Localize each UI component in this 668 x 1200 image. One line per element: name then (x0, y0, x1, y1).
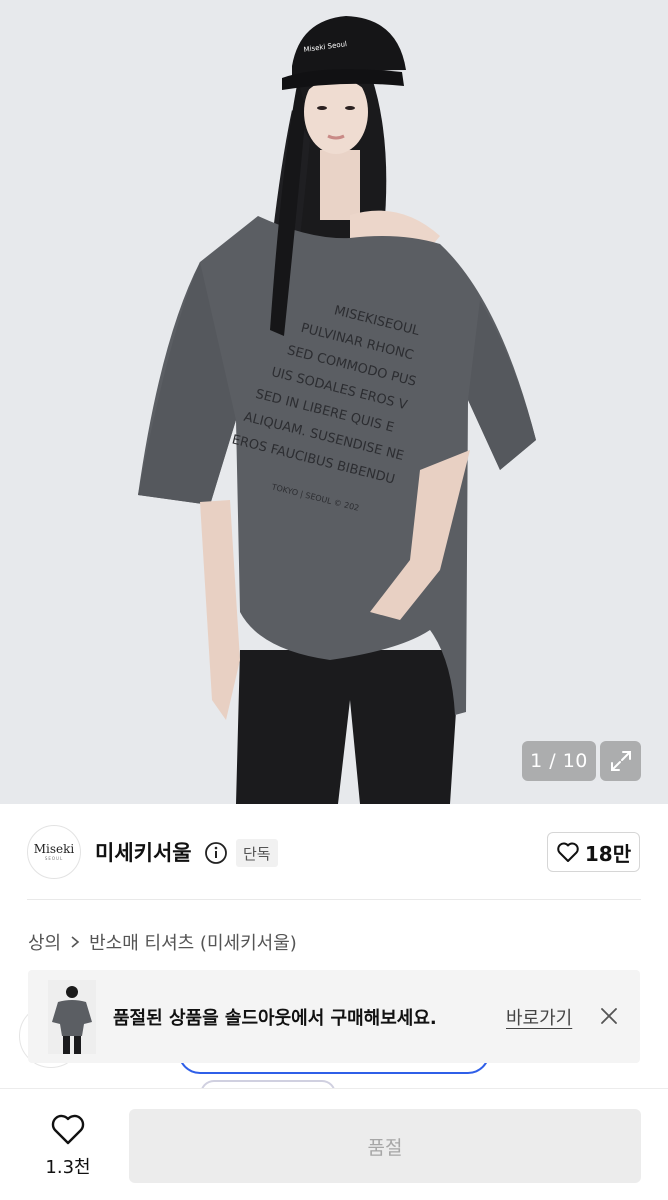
seller-info-row: Miseki SEOUL 미세키서울 단독 18만 (0, 804, 668, 900)
store-like-count: 18만 (584, 841, 632, 866)
wishlist-button[interactable]: 1.3천 (28, 1107, 108, 1182)
breadcrumb-subcategory[interactable]: 반소매 티셔츠 (미세키서울) (89, 929, 297, 955)
wishlist-count: 1.3천 (45, 1157, 91, 1178)
soldout-purchase-button[interactable]: 품절 (129, 1109, 641, 1183)
product-page: Miseki Seoul MISEKISEOUL PULVINAR RHONC … (0, 0, 668, 1200)
bottom-action-bar: 1.3천 품절 (0, 1088, 668, 1200)
exclusive-badge: 단독 (236, 839, 278, 867)
seller-logo[interactable]: Miseki SEOUL (27, 825, 81, 879)
breadcrumb-category[interactable]: 상의 (28, 929, 61, 955)
soldout-promo-banner[interactable]: 품절된 상품을 솔드아웃에서 구매해보세요. 바로가기 (28, 970, 640, 1063)
close-icon[interactable] (599, 1006, 619, 1026)
product-image-gallery[interactable]: Miseki Seoul MISEKISEOUL PULVINAR RHONC … (0, 0, 668, 804)
seller-logo-word: Miseki (33, 842, 75, 856)
heart-outline-icon (51, 1114, 85, 1145)
expand-image-button[interactable] (600, 741, 641, 781)
banner-product-thumbnail (48, 980, 96, 1054)
seller-logo-sub: SEOUL (44, 856, 64, 861)
product-photo: Miseki Seoul MISEKISEOUL PULVINAR RHONC … (0, 0, 668, 804)
store-like-button[interactable]: 18만 (547, 832, 640, 872)
seller-name[interactable]: 미세키서울 (95, 837, 192, 867)
image-pager-counter: 1 / 10 (522, 741, 596, 781)
chevron-right-icon (71, 936, 80, 948)
section-divider (27, 899, 641, 900)
expand-arrows-icon (610, 751, 631, 771)
banner-go-link[interactable]: 바로가기 (506, 1004, 572, 1030)
info-circle-icon[interactable] (204, 841, 228, 865)
breadcrumb: 상의 반소매 티셔츠 (미세키서울) (28, 929, 297, 955)
banner-message: 품절된 상품을 솔드아웃에서 구매해보세요. (113, 1008, 437, 1029)
heart-outline-icon (557, 842, 579, 862)
